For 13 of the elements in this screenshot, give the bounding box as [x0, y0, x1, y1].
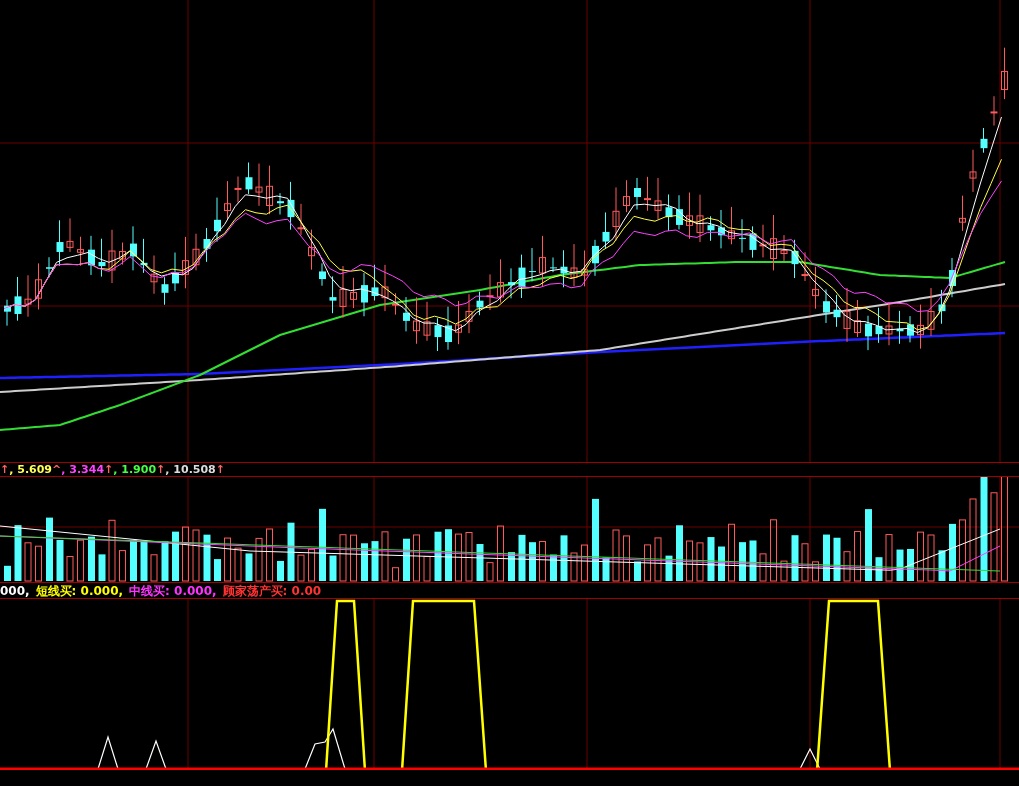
indicator-mark: ↑	[156, 464, 166, 475]
indicator-mark: ^	[52, 464, 62, 475]
indicator-mark: ↑	[0, 464, 10, 475]
indicator-value: , 10.508	[165, 464, 216, 475]
indicator-value: , 1.900	[113, 464, 157, 475]
indicator-value: 中线买: 0.000,	[129, 584, 217, 597]
indicator-value: 短线买: 0.000,	[35, 584, 124, 597]
indicator-value: , 3.344	[61, 464, 105, 475]
indicator-value: 000,	[0, 584, 30, 597]
indicator-mark: ↑	[215, 464, 225, 475]
indicator-value: , 5.609	[9, 464, 53, 475]
indicator-value: 顾家荡产买: 0.00	[222, 584, 322, 597]
indicator-mark: ↑	[104, 464, 114, 475]
